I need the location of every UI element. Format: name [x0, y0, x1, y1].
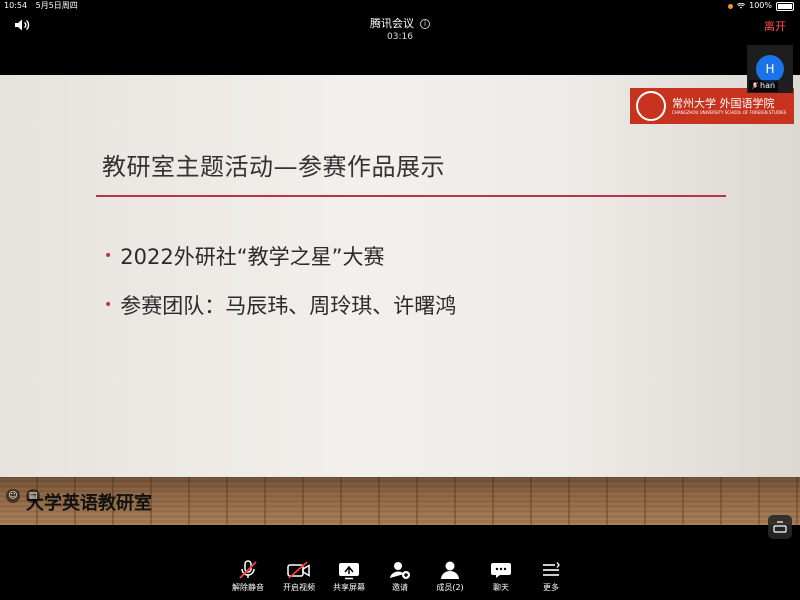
toolbar-label: 解除静音	[232, 583, 264, 592]
toolbar-label: 更多	[543, 583, 559, 592]
meeting-header: 腾讯会议 i 03:16 离开	[0, 12, 800, 43]
overlay-icons: ☺ ▤	[6, 489, 40, 503]
logo-sub-text: CHANGZHOU UNIVERSITY SCHOOL OF FOREIGN S…	[672, 109, 787, 115]
status-bar: 10:54 5月5日周四 100%	[0, 0, 800, 12]
leave-button[interactable]: 离开	[764, 18, 786, 34]
chat-button[interactable]: 聊天	[475, 560, 527, 593]
participant-name-tag: han	[749, 80, 779, 92]
toolbar-label: 聊天	[493, 583, 509, 592]
title-underline	[96, 195, 726, 197]
avatar: H	[756, 55, 784, 83]
shared-screen: 常州大学 外国语学院 CHANGZHOU UNIVERSITY SCHOOL O…	[0, 75, 800, 525]
slide-title: 教研室主题活动—参赛作品展示	[102, 153, 445, 181]
slide-bullet: • 参赛团队：马辰玮、周玲琪、许曙鸿	[104, 290, 456, 320]
mic-muted-icon	[752, 82, 758, 90]
share-screen-button[interactable]: 共享屏幕	[323, 560, 375, 593]
battery-percent: 100%	[749, 1, 772, 10]
start-video-button[interactable]: 开启视频	[273, 560, 325, 593]
participant-thumbnail[interactable]: H han	[747, 45, 793, 93]
toolbar-label: 成员(2)	[436, 583, 464, 592]
meeting-toolbar: 解除静音 开启视频 共享屏幕 邀请 成员(2) 聊天 更多	[0, 552, 800, 600]
unmute-button[interactable]: 解除静音	[222, 560, 274, 593]
fullscreen-toggle-button[interactable]	[768, 515, 792, 539]
logo-main-text: 常州大学 外国语学院	[672, 96, 775, 110]
toolbar-label: 开启视频	[283, 583, 315, 592]
members-icon	[441, 561, 459, 579]
logo-text: 常州大学 外国语学院 CHANGZHOU UNIVERSITY SCHOOL O…	[672, 97, 786, 116]
emoji-icon[interactable]: ☺	[6, 489, 20, 503]
meeting-timer: 03:16	[387, 32, 413, 42]
share-screen-icon	[339, 563, 359, 580]
participant-name: han	[760, 81, 776, 90]
exit-fullscreen-icon	[773, 521, 787, 533]
toolbar-label: 邀请	[392, 583, 408, 592]
bullet-dot-icon: •	[104, 297, 113, 313]
info-icon[interactable]: i	[420, 19, 430, 29]
bullet-dot-icon: •	[104, 248, 113, 264]
bullet-text: 参赛团队：马辰玮、周玲琪、许曙鸿	[120, 294, 457, 318]
status-time: 10:54	[4, 1, 28, 10]
slide-bullet: • 2022外研社“教学之星”大赛	[104, 241, 384, 271]
more-icon	[543, 562, 560, 576]
members-button[interactable]: 成员(2)	[424, 560, 476, 593]
status-left: 10:54 5月5日周四	[4, 0, 78, 12]
status-right: 100%	[728, 0, 794, 12]
status-date: 5月5日周四	[35, 1, 78, 10]
title-wrap: 腾讯会议 i 03:16	[0, 12, 800, 43]
sharer-watermark: 大学英语教研室	[26, 493, 152, 514]
bullet-text: 2022外研社“教学之星”大赛	[120, 245, 385, 269]
video-off-icon	[287, 561, 310, 579]
location-dot-icon	[728, 3, 734, 9]
mic-muted-icon	[239, 560, 257, 579]
comment-icon[interactable]: ▤	[26, 489, 40, 503]
meeting-title: 腾讯会议	[370, 17, 414, 30]
university-seal-icon	[636, 91, 666, 121]
chat-icon	[491, 563, 511, 578]
university-logo: 常州大学 外国语学院 CHANGZHOU UNIVERSITY SCHOOL O…	[630, 88, 794, 124]
toolbar-label: 共享屏幕	[333, 583, 365, 592]
meeting-title-row[interactable]: 腾讯会议 i	[370, 17, 430, 31]
wifi-icon	[737, 3, 746, 9]
battery-icon	[776, 1, 794, 11]
more-button[interactable]: 更多	[525, 560, 577, 593]
invite-icon	[390, 562, 410, 579]
invite-button[interactable]: 邀请	[374, 560, 426, 593]
